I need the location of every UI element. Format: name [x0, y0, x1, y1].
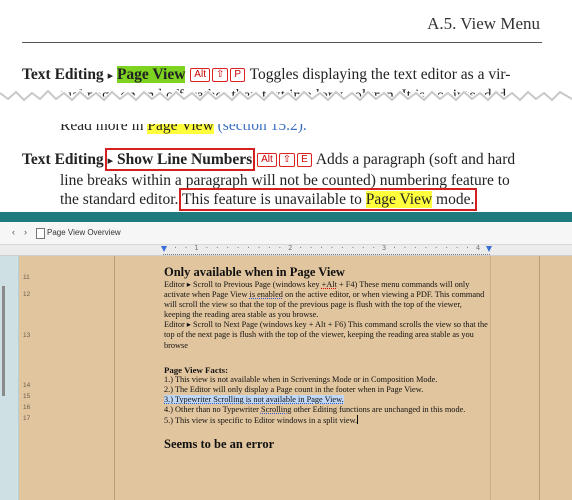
entry-command: Show Line Numbers — [116, 151, 253, 168]
entry-command: Page View — [116, 66, 186, 83]
page-view-canvas[interactable]: 11 12 13 14 15 16 17 Only available when… — [19, 256, 572, 500]
text-run: Editor ▸ Scroll to Previous Page (window… — [164, 280, 322, 289]
line-number: 14 — [23, 382, 31, 389]
read-more-highlight: Page View — [147, 117, 214, 134]
menu-arrow-icon: ▸ — [107, 70, 114, 82]
manual-excerpt: A.5. View Menu Text Editing ▸ Page View … — [0, 0, 572, 212]
key-e: E — [297, 153, 312, 167]
key-p: P — [230, 68, 246, 82]
right-indent-marker-icon[interactable] — [486, 246, 492, 252]
fact-4: 4.) Other than no Typewriter Scrolling o… — [164, 405, 490, 415]
unavailable-note-text: This feature is unavailable to — [181, 191, 366, 208]
unavailable-note-box: This feature is unavailable to Page View… — [178, 188, 478, 211]
entry-category: Text Editing — [22, 151, 104, 168]
margin-guide — [490, 256, 491, 500]
text-run-spellcheck: +Alt — [321, 280, 337, 289]
page-edge-right — [539, 256, 540, 500]
left-indent-marker-icon[interactable] — [161, 246, 167, 252]
key-shift: ⇧ — [278, 153, 296, 167]
ruler-marks: · · · 1 · · · · · · · · 2 · · · · · · · … — [163, 244, 493, 252]
entry-description: Toggles displaying the text editor as a … — [249, 66, 511, 83]
entry-category: Text Editing — [22, 66, 104, 83]
text-run: other Editing functions are unchanged in… — [291, 405, 466, 415]
fact-3: 3.) Typewriter Scrolling is not availabl… — [164, 394, 490, 405]
facts-heading: Page View Facts: — [164, 364, 229, 375]
fact-1: 1.) This view is not available when in S… — [164, 374, 438, 384]
manual-entry-line-numbers: Text Editing ▸ Show Line Numbers Alt ⇧ E A… — [22, 148, 540, 211]
key-shift: ⇧ — [211, 68, 229, 82]
text-caret — [357, 415, 359, 425]
line-number: 12 — [23, 291, 31, 298]
document-title[interactable]: Page View Overview — [47, 228, 121, 237]
document-icon — [36, 228, 45, 239]
entry-command-boxed: ▸ Show Line Numbers — [104, 148, 256, 171]
fact-5: 5.) This view is specific to Editor wind… — [164, 415, 490, 426]
back-icon[interactable]: ‹ — [12, 227, 15, 237]
line-number: 13 — [23, 332, 31, 339]
selection-stripe — [2, 286, 5, 396]
read-more-line: Read more in Page View (section 15.2). — [60, 117, 307, 135]
paragraph-next-page: Editor ▸ Scroll to Next Page (windows ke… — [164, 320, 488, 350]
unavailable-note-end: mode. — [432, 191, 475, 208]
section-link[interactable]: (section 15.2). — [218, 124, 307, 134]
page-edge-left — [114, 256, 115, 500]
line-number: 17 — [23, 415, 31, 422]
line-number: 11 — [23, 274, 30, 281]
editor-page[interactable]: Only available when in Page View Editor … — [164, 264, 490, 452]
header-rule — [22, 42, 542, 43]
entry-description-cont: line breaks within a paragraph will not … — [60, 172, 510, 189]
entry-description-text: the standard editor. — [60, 191, 179, 208]
fact-3-text: 3.) Typewriter Scrolling is not availabl… — [164, 394, 344, 404]
key-alt: Alt — [257, 153, 277, 167]
key-alt: Alt — [190, 68, 210, 82]
unavailable-note-highlight: Page View — [365, 191, 433, 208]
format-ruler[interactable]: · · · 1 · · · · · · · · 2 · · · · · · · … — [0, 244, 572, 256]
page-heading-2: Seems to be an error — [164, 437, 275, 452]
manual-section-header: A.5. View Menu — [427, 14, 540, 33]
forward-icon[interactable]: › — [24, 227, 27, 237]
fact-5-text: 5.) This view is specific to Editor wind… — [164, 416, 358, 426]
line-number: 15 — [23, 393, 31, 400]
menu-arrow-icon: ▸ — [107, 155, 114, 167]
text-run-grammar: Scrolling — [260, 405, 292, 415]
paragraph-previous-page: Editor ▸ Scroll to Previous Page (window… — [164, 280, 490, 320]
scrivener-window: ‹ › Page View Overview · · · 1 · · · · ·… — [0, 212, 572, 500]
text-run: 4.) Other than no Typewriter — [164, 405, 261, 415]
text-run-grammar: is enabled — [249, 290, 283, 300]
read-more-text: Read more in — [60, 117, 148, 134]
entry-description-cont2: the standard editor. This feature is una… — [22, 188, 540, 211]
torn-edge — [0, 88, 572, 114]
page-heading: Only available when in Page View — [164, 265, 345, 279]
entry-description: Adds a paragraph (soft and hard — [315, 151, 516, 168]
editor-header-bar: ‹ › Page View Overview — [0, 222, 572, 245]
fact-2: 2.) The Editor will only display a Page … — [164, 384, 424, 394]
line-number: 16 — [23, 404, 31, 411]
binder-edge — [0, 256, 19, 500]
